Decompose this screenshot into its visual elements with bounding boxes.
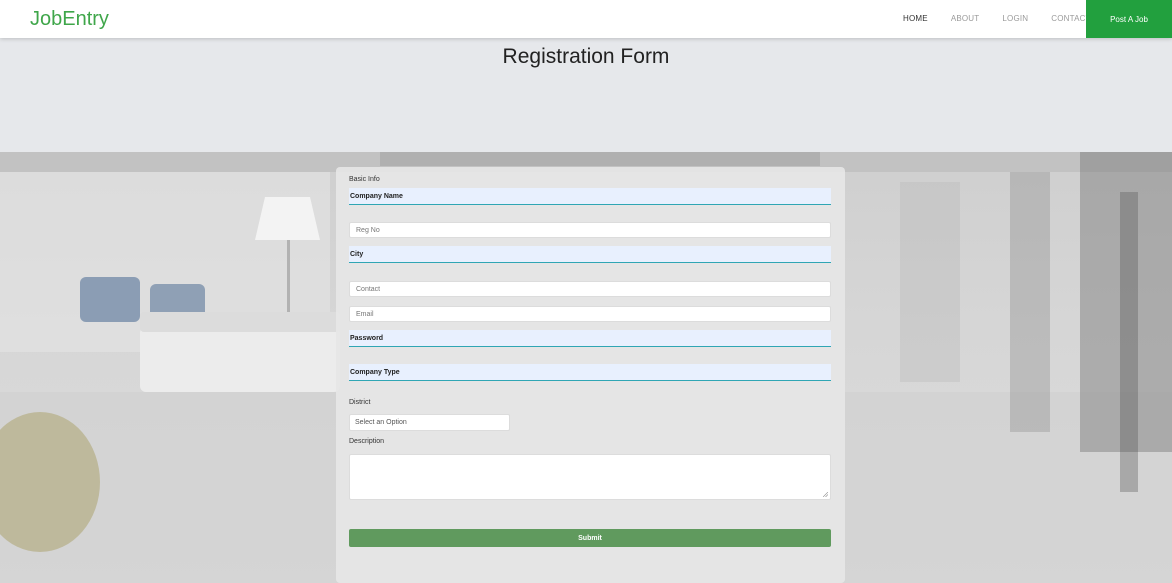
basic-info-label: Basic Info: [349, 176, 380, 183]
nav-links: HOME ABOUT LOGIN CONTACT: [903, 14, 1114, 23]
nav-login-link[interactable]: LOGIN: [1002, 14, 1028, 23]
contact-input[interactable]: Contact: [349, 281, 831, 297]
reg-no-input[interactable]: Reg No: [349, 222, 831, 238]
district-select[interactable]: Select an Option: [349, 414, 510, 431]
description-textarea[interactable]: [349, 454, 831, 500]
district-label: District: [349, 399, 371, 406]
company-type-field[interactable]: Company Type: [349, 364, 831, 381]
page-title: Registration Form: [502, 45, 670, 68]
post-a-job-button[interactable]: Post A Job: [1086, 0, 1172, 38]
email-input[interactable]: Email: [349, 306, 831, 322]
city-field[interactable]: City: [349, 246, 831, 263]
navbar: JobEntry HOME ABOUT LOGIN CONTACT Post A…: [0, 0, 1172, 38]
nav-about-link[interactable]: ABOUT: [951, 14, 980, 23]
description-label: Description: [349, 438, 385, 445]
brand-logo[interactable]: JobEntry: [30, 8, 109, 31]
company-name-field[interactable]: Company Name: [349, 188, 831, 205]
nav-home-link[interactable]: HOME: [903, 14, 928, 23]
password-field[interactable]: Password: [349, 330, 831, 347]
nav-contact-link[interactable]: CONTACT: [1051, 14, 1090, 23]
submit-button[interactable]: Submit: [349, 529, 831, 547]
registration-form: Basic Info Company Name Reg No City Cont…: [336, 167, 845, 583]
resize-handle-icon[interactable]: [823, 492, 828, 497]
